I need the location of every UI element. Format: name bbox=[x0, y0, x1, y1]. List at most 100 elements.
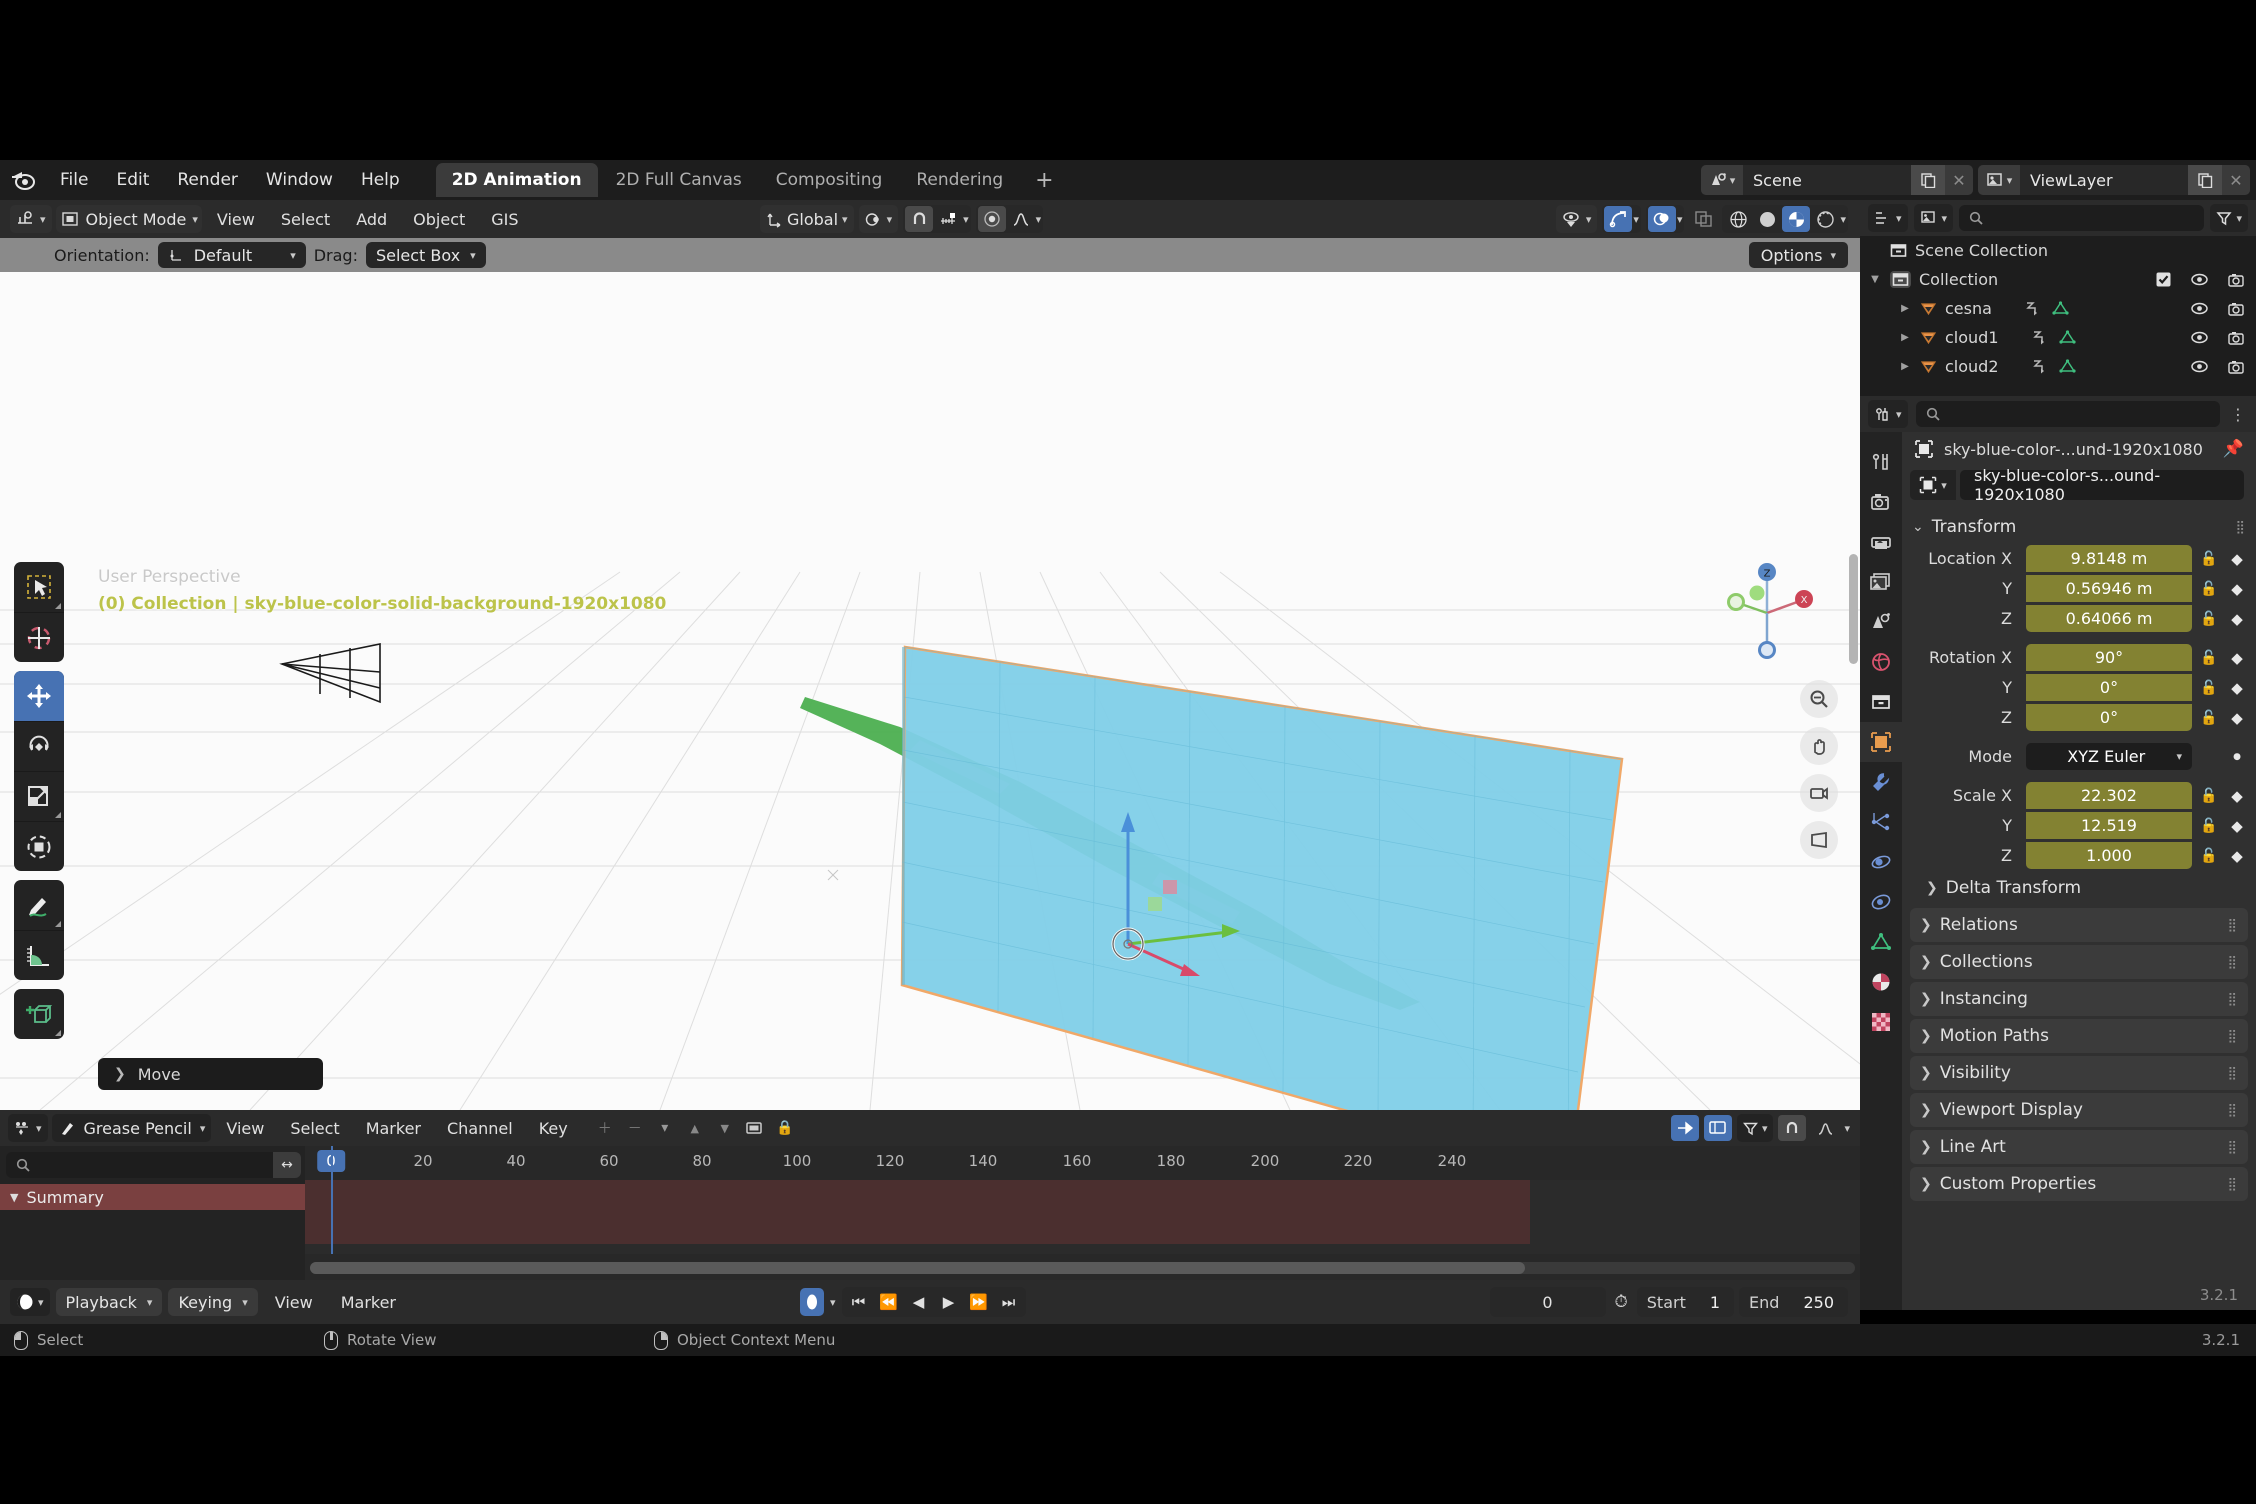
snap-magnet-icon[interactable] bbox=[1778, 1115, 1807, 1141]
tab-texture-icon[interactable] bbox=[1860, 1002, 1902, 1042]
transform-tool-button[interactable] bbox=[14, 821, 64, 871]
rotation-mode-dropdown[interactable]: XYZ Euler ▾ bbox=[2026, 743, 2192, 770]
falloff-curve-icon[interactable] bbox=[1007, 206, 1035, 232]
playhead-indicator[interactable] bbox=[331, 1146, 333, 1254]
keyframe-icon[interactable]: ◆ bbox=[2226, 679, 2248, 697]
outliner-row-scene-collection[interactable]: Scene Collection bbox=[1860, 236, 2256, 265]
mesh-data-icon[interactable] bbox=[2058, 359, 2076, 374]
chevron-down-icon[interactable]: ▾ bbox=[1844, 1122, 1850, 1135]
cursor-tool-button[interactable] bbox=[14, 612, 64, 662]
orientation-dropdown[interactable]: Default ▾ bbox=[157, 242, 306, 268]
start-frame-field[interactable]: Start 1 bbox=[1636, 1287, 1735, 1317]
mesh-data-icon[interactable] bbox=[2052, 301, 2069, 316]
tab-tool-icon[interactable] bbox=[1860, 442, 1902, 482]
outliner-editor-type[interactable]: ▾ bbox=[1868, 204, 1908, 232]
lock-icon[interactable]: 🔓 bbox=[2198, 710, 2220, 726]
new-viewlayer-icon[interactable] bbox=[2188, 165, 2222, 195]
rotate-tool-button[interactable] bbox=[14, 721, 64, 771]
panel-drag-handle[interactable]: ⣿ bbox=[2227, 1103, 2238, 1118]
tab-material-icon[interactable] bbox=[1860, 962, 1902, 1002]
rotation-z-value[interactable]: 0° bbox=[2026, 704, 2192, 731]
properties-options-icon[interactable]: ⋮ bbox=[2228, 405, 2248, 424]
keyframe-icon[interactable]: ◆ bbox=[2226, 610, 2248, 628]
viewport-menu-select[interactable]: Select bbox=[270, 206, 341, 233]
tab-object-icon[interactable] bbox=[1860, 722, 1902, 762]
timeline-menu-view[interactable]: View bbox=[264, 1289, 324, 1316]
timeline-editor-type[interactable]: ▾ bbox=[10, 1288, 50, 1316]
outliner-row-cloud1[interactable]: ▶ cloud1 bbox=[1860, 323, 2256, 352]
disclosure-triangle-icon[interactable]: ▼ bbox=[10, 1191, 18, 1204]
dopesheet-menu-view[interactable]: View bbox=[215, 1115, 275, 1142]
options-button[interactable]: Options ▾ bbox=[1748, 242, 1848, 268]
viewport-scrollbar[interactable] bbox=[1849, 554, 1858, 664]
scene-selector[interactable]: ▾ Scene ✕ bbox=[1701, 165, 1973, 195]
outliner-row-cloud2[interactable]: ▶ cloud2 bbox=[1860, 352, 2256, 381]
chevron-down-icon[interactable]: ▾ bbox=[1633, 213, 1639, 226]
tab-2d-animation[interactable]: 2D Animation bbox=[435, 163, 598, 197]
dopesheet-summary-row[interactable]: ▼ Summary bbox=[0, 1184, 305, 1210]
tab-rendering[interactable]: Rendering bbox=[900, 163, 1019, 197]
delete-viewlayer-icon[interactable]: ✕ bbox=[2222, 165, 2250, 195]
tab-object-data-icon[interactable] bbox=[1860, 922, 1902, 962]
menu-help[interactable]: Help bbox=[347, 166, 414, 194]
viewlayer-name[interactable]: ViewLayer bbox=[2020, 165, 2188, 195]
menu-render[interactable]: Render bbox=[163, 166, 252, 194]
panel-drag-handle[interactable]: ⣿ bbox=[2227, 1177, 2238, 1192]
scale-x-value[interactable]: 22.302 bbox=[2026, 782, 2192, 809]
panel-relations[interactable]: ❯ Relations ⣿ bbox=[1910, 908, 2248, 942]
current-frame-field[interactable]: 0 bbox=[1489, 1287, 1606, 1317]
camera-view-icon[interactable] bbox=[1800, 774, 1838, 812]
location-y-value[interactable]: 0.56946 m bbox=[2026, 575, 2192, 602]
measure-tool-button[interactable] bbox=[14, 930, 64, 980]
scale-y-value[interactable]: 12.519 bbox=[2026, 812, 2192, 839]
drag-dropdown[interactable]: Select Box ▾ bbox=[365, 242, 486, 268]
auto-snap-icon[interactable] bbox=[1703, 1115, 1732, 1141]
keyframe-icon[interactable]: ◆ bbox=[2226, 787, 2248, 805]
lock-icon[interactable]: 🔓 bbox=[2198, 551, 2220, 567]
add-cube-tool-button[interactable] bbox=[14, 989, 64, 1039]
pivot-point-selector[interactable]: ▾ bbox=[858, 205, 899, 233]
camera-icon[interactable] bbox=[2228, 273, 2244, 287]
tab-render-icon[interactable] bbox=[1860, 482, 1902, 522]
lock-icon[interactable]: 🔓 bbox=[2198, 680, 2220, 696]
keyframe-icon[interactable]: ◆ bbox=[2226, 847, 2248, 865]
dopesheet-keys-region[interactable] bbox=[305, 1180, 1860, 1254]
eye-icon[interactable] bbox=[2191, 331, 2208, 344]
timeline-menu-marker[interactable]: Marker bbox=[330, 1289, 407, 1316]
tab-compositing[interactable]: Compositing bbox=[760, 163, 899, 197]
mesh-data-icon[interactable] bbox=[2058, 330, 2076, 345]
panel-visibility[interactable]: ❯ Visibility ⣿ bbox=[1910, 1056, 2248, 1090]
keyframe-icon[interactable]: ◆ bbox=[2226, 649, 2248, 667]
summary-key-strip[interactable] bbox=[305, 1180, 1530, 1244]
move-down-icon[interactable]: ▼ bbox=[711, 1115, 739, 1141]
operator-panel[interactable]: ❯ Move bbox=[98, 1058, 323, 1090]
lock-icon[interactable]: 🔓 bbox=[2198, 788, 2220, 804]
tab-modifiers-icon[interactable] bbox=[1860, 762, 1902, 802]
pan-hand-icon[interactable] bbox=[1800, 727, 1838, 765]
zoom-icon[interactable] bbox=[1800, 680, 1838, 718]
tab-collection-icon[interactable] bbox=[1860, 682, 1902, 722]
visibility-selector[interactable]: ▾ bbox=[1555, 205, 1598, 233]
panel-drag-handle[interactable]: ⣿ bbox=[2227, 955, 2238, 970]
scale-z-value[interactable]: 1.000 bbox=[2026, 842, 2192, 869]
dopesheet-horizontal-scrollbar[interactable] bbox=[310, 1262, 1855, 1274]
camera-icon[interactable] bbox=[2228, 360, 2244, 374]
rotation-y-value[interactable]: 0° bbox=[2026, 674, 2192, 701]
object-name-field[interactable]: sky-blue-color-s...ound-1920x1080 bbox=[1960, 466, 2244, 504]
previous-keyframe-icon[interactable]: ⏪ bbox=[874, 1288, 904, 1316]
panel-drag-handle[interactable]: ⣿ bbox=[2227, 1029, 2238, 1044]
checkbox-icon[interactable] bbox=[2156, 272, 2171, 287]
location-x-value[interactable]: 9.8148 m bbox=[2026, 545, 2192, 572]
auto-keying-toggle[interactable] bbox=[800, 1288, 824, 1316]
panel-drag-handle[interactable]: ⣿ bbox=[2227, 1140, 2238, 1155]
viewlayer-icon[interactable]: ▾ bbox=[1978, 165, 2020, 195]
scene-name[interactable]: Scene bbox=[1743, 165, 1911, 195]
modifier-icon[interactable] bbox=[2024, 301, 2040, 316]
end-frame-field[interactable]: End 250 bbox=[1739, 1287, 1848, 1317]
dopesheet-menu-key[interactable]: Key bbox=[528, 1115, 579, 1142]
snap-increment-icon[interactable] bbox=[934, 206, 962, 232]
viewport-menu-view[interactable]: View bbox=[206, 206, 266, 233]
delete-scene-icon[interactable]: ✕ bbox=[1945, 165, 1973, 195]
show-gizmo-icon[interactable] bbox=[1604, 206, 1633, 232]
falloff-curve-icon[interactable] bbox=[1811, 1115, 1839, 1141]
